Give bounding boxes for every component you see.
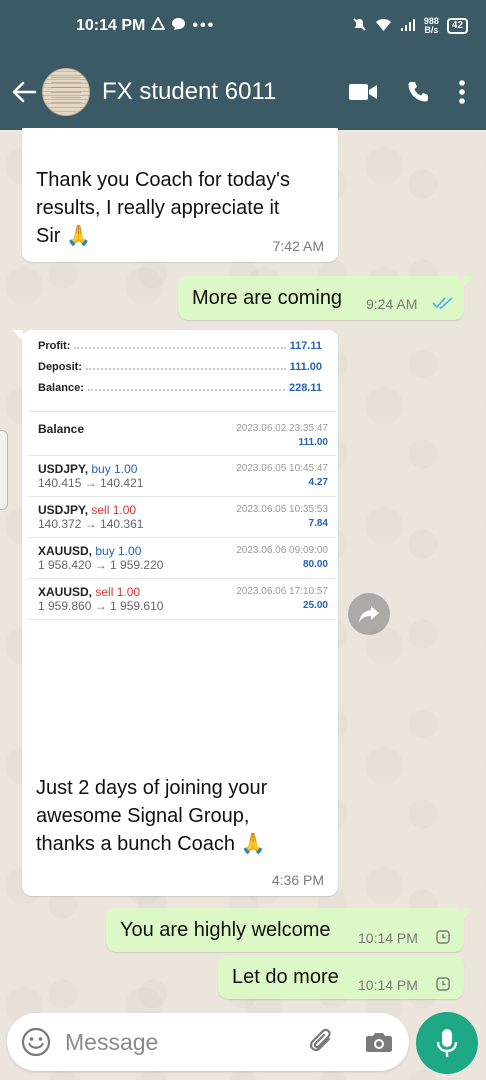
net-speed: 988 B/s <box>424 17 439 35</box>
deal-date: 2023.06.05 10:35:53 <box>236 504 328 515</box>
deal-side: buy 1.00 <box>95 544 142 558</box>
message-composer: Message <box>7 1013 409 1071</box>
clock-icon <box>436 930 450 949</box>
video-call-button[interactable] <box>348 82 378 102</box>
deal-date: 2023.06.05 10:45:47 <box>236 463 328 474</box>
message-outgoing[interactable]: Let do more 10:14 PM <box>218 955 464 999</box>
deal-prices: 140.415 → 140.421 <box>38 476 144 490</box>
deal-prices: 1 959.860 → 1 959.610 <box>38 599 164 613</box>
attach-button[interactable] <box>307 1027 337 1057</box>
message-time: 7:42 AM <box>272 238 324 254</box>
deal-prices: 140.372 → 140.361 <box>38 517 144 531</box>
voice-record-button[interactable] <box>416 1012 478 1074</box>
deal-symbol: XAUUSD, <box>38 585 93 599</box>
attach-icon <box>309 1028 331 1052</box>
deal-side: buy 1.00 <box>91 462 138 476</box>
summary-value: 111.00 <box>289 361 322 373</box>
chat-bubble-icon <box>171 17 186 36</box>
summary-row-deposit: Deposit: 111.00 <box>38 361 322 382</box>
mic-icon <box>436 1029 458 1057</box>
message-line: awesome Signal Group, <box>36 805 250 827</box>
back-button[interactable] <box>6 72 42 112</box>
back-arrow-icon <box>12 81 37 103</box>
deal-row: XAUUSD, sell 1.00 1 959.860 → 1 959.610 … <box>28 579 336 620</box>
mute-icon <box>352 17 367 35</box>
message-outgoing[interactable]: More are coming 9:24 AM <box>178 276 473 320</box>
video-call-icon <box>349 84 377 100</box>
app-bar: 10:14 PM ••• 988 B/s 42 FX student 6011 <box>0 0 486 130</box>
message-line: results, I really appreciate it <box>36 197 280 219</box>
status-time: 10:14 PM <box>76 17 146 34</box>
message-line: Sir <box>36 225 61 247</box>
deal-prices: 1 958.420 → 1 959.220 <box>38 558 164 572</box>
deal-symbol: USDJPY, <box>38 503 89 517</box>
forward-button[interactable] <box>348 593 390 635</box>
chat-toolbar: FX student 6011 <box>0 62 486 122</box>
voice-call-button[interactable] <box>406 80 430 104</box>
deal-date: 2023.06.06 09:09:00 <box>236 545 328 556</box>
balance-label: Balance <box>38 422 85 436</box>
message-text: You are highly welcome <box>120 919 331 941</box>
message-time: 4:36 PM <box>271 872 324 888</box>
message-text: Let do more <box>232 966 339 988</box>
message-line: Thank you Coach for today's <box>36 169 290 191</box>
deal-date: 2023.06.06 17:10:57 <box>236 586 328 597</box>
more-vert-icon <box>459 80 465 104</box>
deal-symbol: USDJPY, <box>38 462 89 476</box>
message-line: thanks a bunch Coach <box>36 833 236 855</box>
camera-icon <box>366 1033 392 1052</box>
balance-row: Balance 2023.06.02 23:35:47 111.00 <box>28 412 336 456</box>
summary-row-balance: Balance: 228.11 <box>38 382 322 403</box>
folded-hands-emoji: 🙏 <box>240 833 266 855</box>
deal-side: sell 1.00 <box>91 503 137 517</box>
side-panel-handle[interactable] <box>0 430 8 510</box>
clock-icon <box>436 977 450 996</box>
summary-label: Deposit: <box>38 361 82 373</box>
deal-row: USDJPY, buy 1.00 140.415 → 140.421 2023.… <box>28 456 336 497</box>
summary-value: 228.11 <box>288 382 322 394</box>
message-incoming[interactable]: Thank you Coach for today's results, I r… <box>22 128 338 262</box>
more-notifications-icon: ••• <box>192 17 216 34</box>
wifi-icon <box>375 18 392 35</box>
summary-label: Balance: <box>38 382 84 394</box>
trade-report-image[interactable]: Profit: 117.11 Deposit: 111.00 Balance: … <box>28 338 336 620</box>
summary-row-profit: Profit: 117.11 <box>38 340 322 361</box>
status-bar: 10:14 PM ••• 988 B/s 42 <box>0 0 486 52</box>
contact-name[interactable]: FX student 6011 <box>102 78 276 106</box>
deal-row: XAUUSD, buy 1.00 1 958.420 → 1 959.220 2… <box>28 538 336 579</box>
deal-date: 2023.06.02 23:35:47 <box>236 423 328 434</box>
warning-icon <box>150 16 166 35</box>
message-time: 10:14 PM <box>358 930 418 946</box>
deal-profit: 4.27 <box>308 477 328 488</box>
folded-hands-emoji: 🙏 <box>66 225 91 247</box>
emoji-button[interactable] <box>21 1027 51 1057</box>
avatar[interactable] <box>42 68 90 116</box>
deal-profit: 80.00 <box>302 559 328 570</box>
deal-symbol: XAUUSD, <box>38 544 93 558</box>
message-time: 9:24 AM <box>366 296 418 312</box>
message-time: 10:14 PM <box>358 977 418 993</box>
deal-profit: 25.00 <box>302 600 328 611</box>
double-check-icon <box>432 296 454 315</box>
phone-icon <box>408 82 428 102</box>
message-caption: Just 2 days of joining your awesome Sign… <box>36 774 332 858</box>
deal-side: sell 1.00 <box>95 585 141 599</box>
summary-value: 117.11 <box>289 340 322 352</box>
signal-icon <box>400 18 416 35</box>
forward-icon <box>359 606 379 622</box>
more-options-button[interactable] <box>458 79 466 105</box>
summary-label: Profit: <box>38 340 71 352</box>
deal-profit: 7.84 <box>308 518 328 529</box>
message-text: More are coming <box>192 287 343 309</box>
message-outgoing[interactable]: You are highly welcome 10:14 PM <box>106 908 473 952</box>
battery-icon: 42 <box>446 18 468 34</box>
emoji-icon <box>21 1027 51 1057</box>
deal-row: USDJPY, sell 1.00 140.372 → 140.361 2023… <box>28 497 336 538</box>
message-input[interactable]: Message <box>65 1029 307 1056</box>
balance-value: 111.00 <box>298 437 328 448</box>
net-speed-unit: B/s <box>424 25 439 35</box>
camera-button[interactable] <box>365 1030 393 1054</box>
message-line: Just 2 days of joining your <box>36 777 268 799</box>
